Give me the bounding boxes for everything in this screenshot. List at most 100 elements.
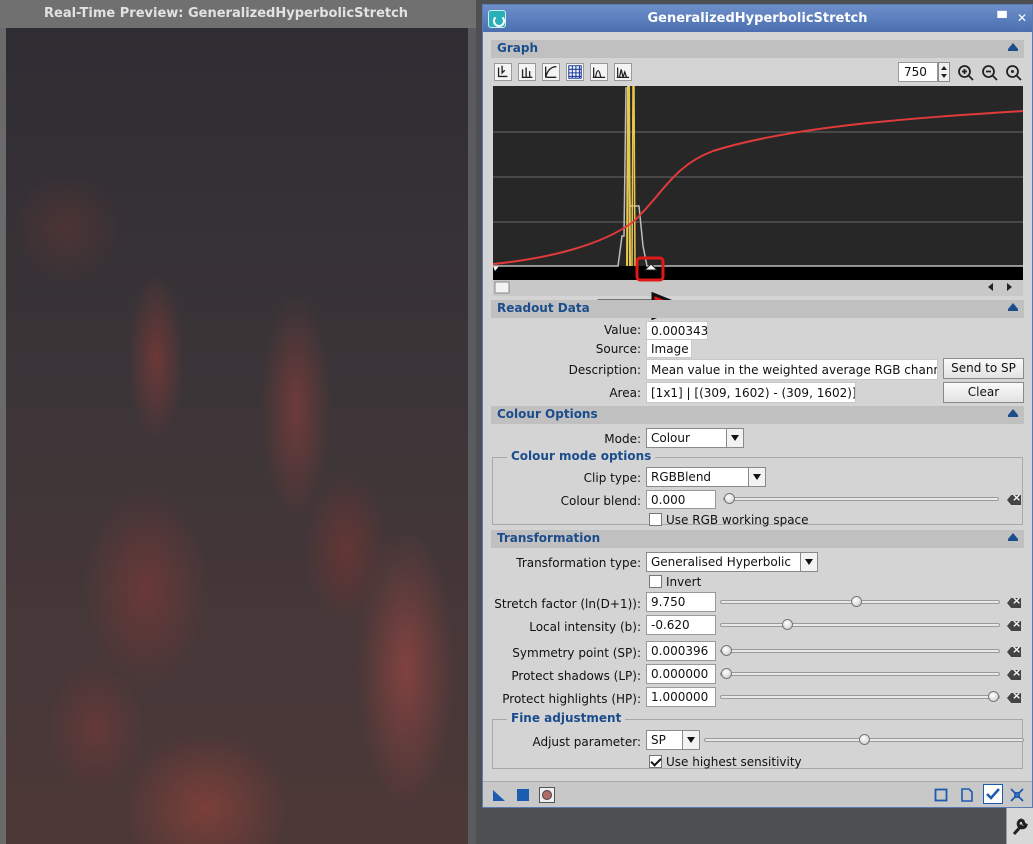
description-label: Description: [568, 363, 641, 377]
stretch-factor-slider[interactable] [720, 596, 1000, 607]
reset-icon[interactable] [1007, 647, 1021, 657]
colour-options-section-header[interactable]: Colour Options [491, 406, 1024, 424]
transformation-section-title: Transformation [497, 531, 601, 545]
colour-options-section-title: Colour Options [497, 407, 598, 421]
reset-icon[interactable] [1007, 670, 1021, 680]
colour-mode-group-title: Colour mode options [507, 449, 656, 463]
transformation-type-select[interactable]: Generalised Hyperbolic [646, 552, 818, 572]
process-titlebar[interactable]: GeneralizedHyperbolicStretch ▀ ✕ [483, 5, 1032, 32]
protect-highlights-label: Protect highlights (HP): [502, 692, 641, 706]
grid-icon[interactable] [566, 63, 584, 81]
send-to-sp-button[interactable]: Send to SP [943, 358, 1024, 379]
area-readout: [1x1] | [(309, 1602) - (309, 1602)] [646, 382, 856, 403]
clip-type-label: Clip type: [583, 471, 641, 485]
preview-scroll-strip [468, 28, 476, 844]
apply-global-icon[interactable] [515, 787, 531, 803]
zoom-spin-icon[interactable] [938, 62, 950, 82]
wrench-icon[interactable] [1011, 815, 1029, 837]
use-rgb-checkbox[interactable] [649, 513, 662, 526]
histogram-icon[interactable] [590, 63, 608, 81]
slider-handle[interactable] [721, 668, 732, 679]
transformation-section-header[interactable]: Transformation [491, 530, 1024, 548]
invert-label: Invert [666, 575, 702, 589]
symmetry-point-slider[interactable] [720, 645, 1000, 656]
zoom-in-icon[interactable] [957, 64, 975, 82]
process-title: GeneralizedHyperbolicStretch [647, 11, 868, 26]
mode-label: Mode: [604, 432, 641, 446]
adjust-parameter-select[interactable]: SP [646, 730, 700, 750]
local-intensity-slider[interactable] [720, 619, 1000, 630]
collapse-icon[interactable] [1008, 409, 1018, 417]
adjust-parameter-value: SP [651, 733, 666, 747]
value-readout: 0.000343 [646, 321, 708, 340]
graph-section-header[interactable]: Graph [491, 40, 1024, 58]
slider-handle[interactable] [988, 691, 999, 702]
reset-icon[interactable] [1007, 598, 1021, 608]
new-instance-icon[interactable] [491, 787, 507, 803]
protect-shadows-slider[interactable] [720, 668, 1000, 679]
highest-sensitivity-label: Use highest sensitivity [666, 755, 802, 769]
collapse-icon[interactable] [1008, 533, 1018, 541]
source-readout: Image [646, 339, 692, 358]
chevron-down-icon[interactable] [800, 553, 817, 571]
preview-title: Real-Time Preview: GeneralizedHyperbolic… [0, 0, 476, 28]
real-time-preview-icon[interactable] [539, 787, 555, 803]
collapse-icon[interactable] [1008, 303, 1018, 311]
clip-type-select[interactable]: RGBBlend [646, 467, 766, 487]
mode-select-value: Colour [651, 431, 690, 445]
process-window: GeneralizedHyperbolicStretch ▀ ✕ Graph 7… [482, 4, 1033, 808]
collapse-window-icon[interactable] [1009, 787, 1025, 803]
protect-shadows-label: Protect shadows (LP): [511, 669, 641, 683]
collapse-icon[interactable] [1008, 43, 1018, 51]
graph-section-title: Graph [497, 41, 538, 55]
slider-handle[interactable] [721, 645, 732, 656]
slider-handle[interactable] [850, 596, 862, 607]
zoom-out-icon[interactable] [981, 64, 999, 82]
source-label: Source: [595, 342, 641, 356]
fine-adjustment-slider[interactable] [704, 734, 1024, 745]
readout-section-header[interactable]: Readout Data [491, 300, 1024, 318]
stretch-graph[interactable] [493, 86, 1023, 296]
slider-handle[interactable] [782, 619, 794, 630]
symmetry-point-label: Symmetry point (SP): [512, 646, 641, 660]
zoom-input[interactable]: 750 [898, 62, 938, 82]
protect-highlights-input[interactable]: 1.000000 [646, 687, 716, 707]
area-label: Area: [609, 386, 641, 400]
close-icon[interactable]: ✕ [1013, 9, 1031, 27]
symmetry-point-input[interactable]: 0.000396 [646, 641, 716, 661]
show-curve-icon[interactable] [542, 63, 560, 81]
preview-image[interactable] [6, 28, 468, 844]
chevron-down-icon[interactable] [726, 429, 743, 447]
apply-check-icon[interactable] [983, 784, 1003, 804]
chevron-down-icon[interactable] [748, 468, 765, 486]
invert-checkbox[interactable] [649, 575, 662, 588]
mode-select[interactable]: Colour [646, 428, 744, 448]
colour-blend-label: Colour blend: [560, 494, 641, 508]
reset-icon[interactable] [1007, 693, 1021, 703]
protect-highlights-slider[interactable] [720, 691, 1000, 702]
use-rgb-label: Use RGB working space [666, 513, 809, 527]
chevron-down-icon[interactable] [682, 731, 699, 749]
clear-button[interactable]: Clear [943, 382, 1024, 403]
stretch-factor-input[interactable]: 9.750 [646, 592, 716, 612]
slider-handle[interactable] [858, 734, 870, 745]
fine-adjustment-group-title: Fine adjustment [507, 711, 626, 725]
description-readout: Mean value in the weighted average RGB c… [646, 359, 938, 380]
reset-icon[interactable] [1007, 621, 1021, 631]
reset-curve-icon[interactable] [494, 63, 512, 81]
colour-blend-input[interactable]: 0.000 [646, 490, 716, 509]
highest-sensitivity-checkbox[interactable] [649, 755, 662, 768]
preview-window: Real-Time Preview: GeneralizedHyperbolic… [0, 0, 476, 844]
protect-shadows-input[interactable]: 0.000000 [646, 664, 716, 684]
shade-icon[interactable]: ▀ [993, 9, 1011, 27]
reset-instance-icon[interactable] [933, 787, 949, 803]
slider-handle[interactable] [724, 493, 735, 504]
zoom-reset-icon[interactable] [1005, 64, 1023, 82]
stretched-histogram-icon[interactable] [614, 63, 632, 81]
log-histogram-icon[interactable] [518, 63, 536, 81]
readout-section-title: Readout Data [497, 301, 590, 315]
local-intensity-input[interactable]: -0.620 [646, 615, 716, 635]
colour-blend-slider[interactable] [723, 493, 999, 504]
document-icon[interactable] [959, 787, 975, 803]
transformation-type-value: Generalised Hyperbolic [651, 555, 791, 569]
